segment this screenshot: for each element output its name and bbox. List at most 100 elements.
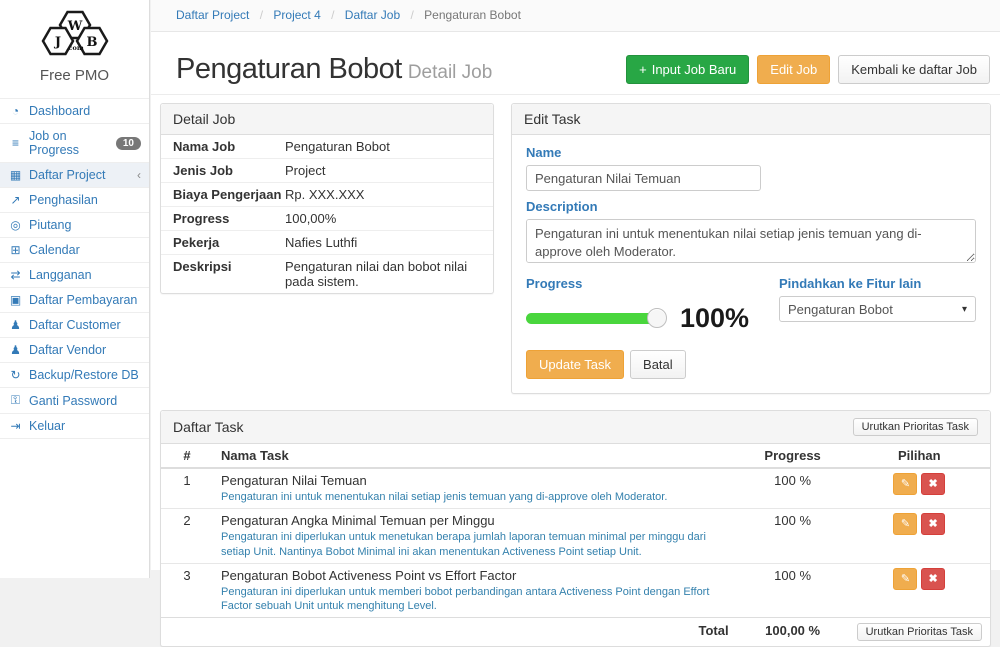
edit-task-panel-title: Edit Task	[512, 104, 990, 135]
page-subtitle: Detail Job	[408, 62, 493, 83]
detail-value: Pengaturan Bobot	[285, 139, 481, 154]
sidebar-item-daftar-customer[interactable]: ♟ Daftar Customer	[0, 313, 149, 338]
detail-label: Deskripsi	[173, 259, 285, 289]
breadcrumb-daftar-project[interactable]: Daftar Project	[176, 8, 249, 22]
detail-value: Nafies Luthfi	[285, 235, 481, 250]
sidebar-item-calendar[interactable]: ⊞ Calendar	[0, 238, 149, 263]
job-count-badge: 10	[116, 137, 141, 150]
sidebar-item-ganti-password[interactable]: ⚿ Ganti Password	[0, 388, 149, 414]
logo-letter-w: W	[66, 19, 82, 34]
move-feature-label: Pindahkan ke Fitur lain	[779, 276, 976, 291]
task-name-input[interactable]	[526, 165, 761, 191]
page-actions: + Input Job Baru Edit Job Kembali ke daf…	[626, 55, 990, 84]
task-progress: 100 %	[737, 509, 849, 564]
breadcrumb: Daftar Project / Project 4 / Daftar Job …	[151, 0, 1000, 32]
edit-job-button[interactable]: Edit Job	[757, 55, 830, 84]
edit-task-icon-button[interactable]: ✎	[893, 513, 917, 535]
dashboard-icon: ◔	[8, 104, 23, 118]
input-job-baru-label: Input Job Baru	[652, 62, 737, 77]
delete-task-icon-button[interactable]: ✖	[921, 473, 945, 495]
progress-slider-fill	[526, 313, 658, 324]
x-icon: ✖	[929, 573, 938, 585]
table-row: 1 Pengaturan Nilai Temuan Pengaturan ini…	[161, 468, 990, 509]
sidebar-item-label: Daftar Vendor	[29, 343, 106, 357]
sidebar-item-langganan[interactable]: ⇄ Langganan	[0, 263, 149, 288]
jwb-logo[interactable]: W J B .com Free PMO	[0, 0, 149, 90]
daftar-task-panel: Daftar Task Urutkan Prioritas Task # Nam…	[160, 410, 991, 647]
sidebar-item-daftar-project[interactable]: ▦ Daftar Project ‹	[0, 163, 149, 188]
breadcrumb-separator: /	[260, 8, 263, 22]
sidebar-item-dashboard[interactable]: ◔ Dashboard	[0, 99, 149, 124]
column-header-num: #	[161, 444, 213, 468]
urutkan-prioritas-button-bottom[interactable]: Urutkan Prioritas Task	[857, 623, 982, 641]
edit-task-icon-button[interactable]: ✎	[893, 568, 917, 590]
task-table-header-row: # Nama Task Progress Pilihan	[161, 444, 990, 468]
sidebar: W J B .com Free PMO ◔ Dashboard ≡ Job on…	[0, 0, 150, 578]
edit-task-icon-button[interactable]: ✎	[893, 473, 917, 495]
task-table: # Nama Task Progress Pilihan 1 Pengatura…	[161, 444, 990, 646]
sidebar-item-label: Job on Progress	[29, 129, 110, 157]
lock-icon: ⚿	[8, 393, 23, 408]
daftar-task-panel-title: Daftar Task	[173, 419, 244, 435]
pencil-icon: ✎	[901, 573, 910, 585]
detail-label: Biaya Pengerjaan	[173, 187, 285, 202]
column-header-pilihan: Pilihan	[849, 444, 990, 468]
column-header-progress: Progress	[737, 444, 849, 468]
task-description-textarea[interactable]: Pengaturan ini untuk menentukan nilai se…	[526, 219, 976, 263]
breadcrumb-daftar-job[interactable]: Daftar Job	[345, 8, 400, 22]
delete-task-icon-button[interactable]: ✖	[921, 513, 945, 535]
app-name: Free PMO	[0, 67, 149, 84]
calendar-icon: ⊞	[8, 243, 23, 257]
sidebar-item-backup-restore[interactable]: ↻ Backup/Restore DB	[0, 363, 149, 388]
move-feature-select[interactable]: Pengaturan Bobot ▾	[779, 296, 976, 322]
task-description: Pengaturan ini diperlukan untuk memberi …	[221, 585, 729, 614]
users-icon: ♟	[8, 318, 23, 332]
detail-value: Rp. XXX.XXX	[285, 187, 481, 202]
page-title: Pengaturan Bobot	[176, 53, 402, 85]
detail-value: Pengaturan nilai dan bobot nilai pada si…	[285, 259, 481, 289]
input-job-baru-button[interactable]: + Input Job Baru	[626, 55, 749, 84]
kembali-button[interactable]: Kembali ke daftar Job	[838, 55, 990, 84]
sidebar-item-label: Piutang	[29, 218, 71, 232]
sidebar-item-daftar-vendor[interactable]: ♟ Daftar Vendor	[0, 338, 149, 363]
sidebar-item-label: Daftar Pembayaran	[29, 293, 137, 307]
detail-label: Nama Job	[173, 139, 285, 154]
delete-task-icon-button[interactable]: ✖	[921, 568, 945, 590]
task-name: Pengaturan Angka Minimal Temuan per Ming…	[221, 513, 729, 528]
sidebar-item-label: Ganti Password	[29, 394, 117, 408]
description-label: Description	[526, 199, 976, 214]
progress-slider-handle[interactable]	[647, 308, 667, 328]
progress-slider[interactable]	[526, 313, 658, 324]
task-table-footer-row: Total 100,00 % Urutkan Prioritas Task	[161, 618, 990, 647]
retweet-icon: ⇄	[8, 268, 23, 282]
total-label: Total	[161, 618, 737, 647]
sidebar-item-job-on-progress[interactable]: ≡ Job on Progress 10	[0, 124, 149, 163]
chart-line-icon: ↗	[8, 193, 23, 207]
plus-icon: +	[639, 62, 647, 77]
content-area: Detail Job Nama Job Pengaturan Bobot Jen…	[151, 95, 1000, 647]
detail-label: Jenis Job	[173, 163, 285, 178]
task-progress: 100 %	[737, 563, 849, 618]
detail-row-deskripsi: Deskripsi Pengaturan nilai dan bobot nil…	[161, 255, 493, 293]
sidebar-item-label: Daftar Project	[29, 168, 105, 182]
move-feature-selected-value: Pengaturan Bobot	[788, 302, 893, 317]
sidebar-item-keluar[interactable]: ⇥ Keluar	[0, 414, 149, 439]
detail-label: Pekerja	[173, 235, 285, 250]
sidebar-item-penghasilan[interactable]: ↗ Penghasilan	[0, 188, 149, 213]
chevron-down-icon: ▾	[962, 304, 967, 315]
update-task-button[interactable]: Update Task	[526, 350, 624, 379]
detail-row-jenis-job: Jenis Job Project	[161, 159, 493, 183]
breadcrumb-project-4[interactable]: Project 4	[273, 8, 320, 22]
breadcrumb-separator: /	[331, 8, 334, 22]
column-header-nama-task: Nama Task	[213, 444, 737, 468]
urutkan-prioritas-button-top[interactable]: Urutkan Prioritas Task	[853, 418, 978, 436]
detail-row-pekerja: Pekerja Nafies Luthfi	[161, 231, 493, 255]
sidebar-item-daftar-pembayaran[interactable]: ▣ Daftar Pembayaran	[0, 288, 149, 313]
sidebar-item-piutang[interactable]: ◎ Piutang	[0, 213, 149, 238]
task-num: 1	[161, 468, 213, 509]
sidebar-item-label: Calendar	[29, 243, 80, 257]
page-header: Pengaturan Bobot Detail Job + Input Job B…	[151, 32, 1000, 95]
main-content: Daftar Project / Project 4 / Daftar Job …	[151, 0, 1000, 570]
batal-button[interactable]: Batal	[630, 350, 686, 379]
logo-dotcom: .com	[66, 44, 84, 52]
